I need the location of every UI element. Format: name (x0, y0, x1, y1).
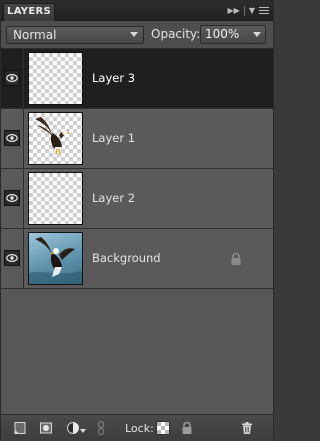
layer-thumbnail[interactable] (28, 112, 83, 165)
opacity-value: 100% (205, 27, 240, 41)
layer-name[interactable]: Layer 2 (92, 191, 135, 205)
lock-icon (231, 252, 241, 265)
lock-transparency-icon[interactable] (156, 421, 170, 435)
adjustment-menu-arrow[interactable] (80, 429, 86, 433)
layers-toolbar: Lock: (1, 414, 273, 441)
layers-tab[interactable]: LAYERS (3, 3, 55, 21)
eagle-photo-image (29, 237, 82, 284)
layer-thumbnail[interactable] (28, 172, 83, 225)
mask-icon[interactable] (39, 421, 53, 435)
eye-icon[interactable] (4, 70, 20, 86)
visibility-cell[interactable] (1, 109, 24, 168)
lock-all-icon[interactable] (180, 421, 194, 435)
visibility-cell[interactable] (1, 229, 24, 288)
layers-panel: LAYERS ▶▶ ▼ Normal Opacity: 100% Layer 3… (0, 0, 274, 441)
layer-thumbnail[interactable] (28, 232, 83, 285)
menu-icon[interactable] (259, 7, 269, 14)
blend-mode-value: Normal (13, 28, 57, 42)
eye-icon[interactable] (4, 130, 20, 146)
new-layer-icon[interactable] (13, 421, 27, 435)
layer-row[interactable]: Layer 2 (1, 169, 273, 229)
layers-list: Layer 3 Layer 1 Layer 2 Background (1, 49, 273, 413)
link-icon[interactable] (94, 421, 108, 435)
layer-thumbnail[interactable] (28, 52, 83, 105)
layer-name[interactable]: Layer 3 (92, 71, 135, 85)
title-separator (243, 5, 245, 16)
title-controls: ▶▶ ▼ (228, 4, 269, 17)
opacity-field[interactable]: 100% (200, 25, 266, 44)
opacity-label: Opacity: (151, 27, 201, 41)
lock-label: Lock: (125, 422, 154, 435)
eye-icon[interactable] (4, 190, 20, 206)
options-row: Normal Opacity: 100% (1, 21, 273, 49)
panel-title-bar: LAYERS ▶▶ ▼ (1, 1, 273, 21)
visibility-cell[interactable] (1, 169, 24, 228)
chevron-down-icon[interactable] (253, 32, 261, 37)
visibility-cell[interactable] (1, 49, 24, 108)
layer-row[interactable]: Background (1, 229, 273, 289)
layer-name[interactable]: Background (92, 251, 161, 265)
blend-mode-dropdown[interactable]: Normal (6, 26, 144, 44)
chevron-down-icon (130, 32, 138, 37)
layer-row[interactable]: Layer 3 (1, 49, 273, 109)
trash-icon[interactable] (240, 421, 254, 435)
menu-arrow-icon[interactable]: ▼ (249, 5, 255, 17)
layer-name[interactable]: Layer 1 (92, 131, 135, 145)
adjustment-icon[interactable] (66, 421, 80, 435)
eagle-thumbnail-image (35, 117, 71, 156)
eye-icon[interactable] (4, 250, 20, 266)
expand-icon[interactable]: ▶▶ (228, 5, 240, 17)
layer-row[interactable]: Layer 1 (1, 109, 273, 169)
